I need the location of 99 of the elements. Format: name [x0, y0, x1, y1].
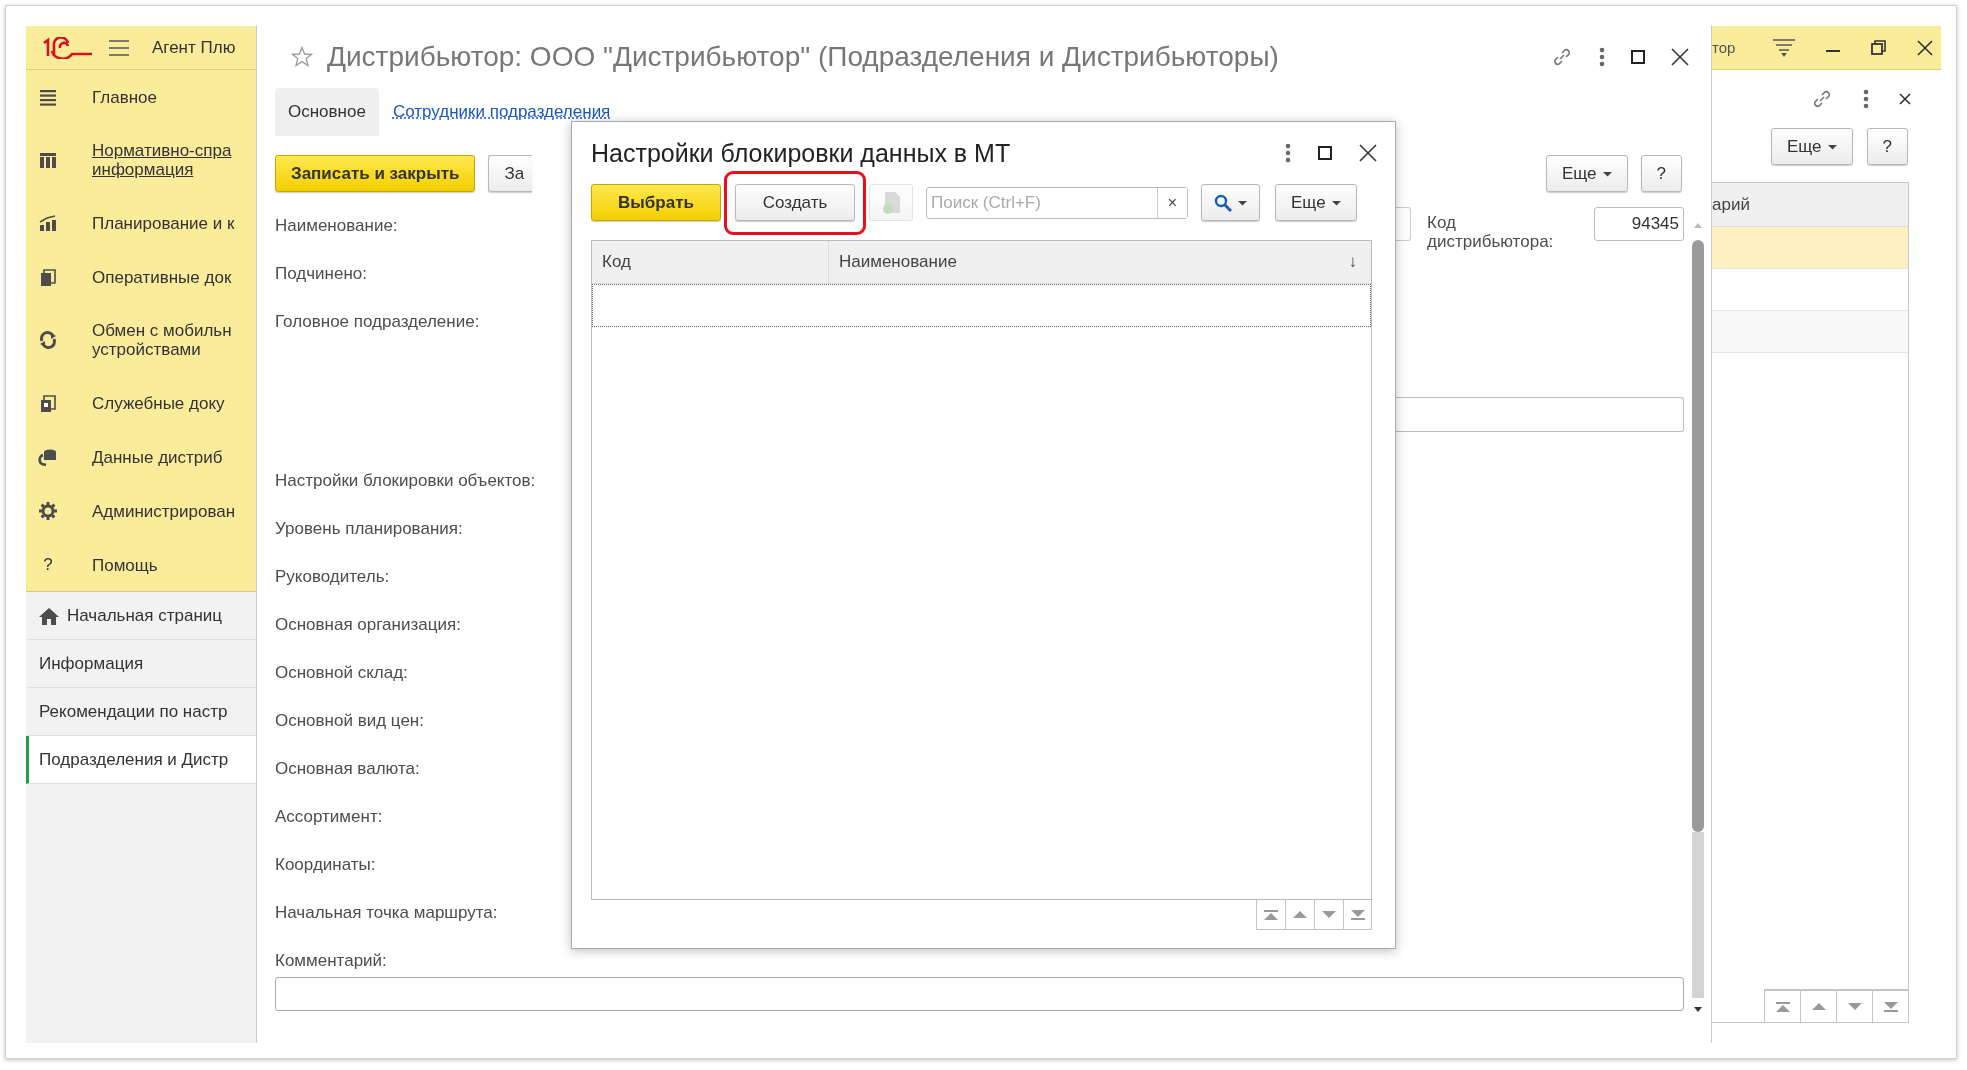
star-icon[interactable]	[291, 46, 313, 68]
up-triangle-icon	[1293, 911, 1307, 918]
field-label: Основная организация:	[275, 614, 461, 636]
up-triangle-icon	[1811, 1003, 1826, 1010]
more-icon[interactable]	[1863, 89, 1869, 109]
maximize-icon[interactable]	[1318, 146, 1332, 160]
help-button[interactable]: ?	[1640, 155, 1682, 192]
caret-icon	[1602, 170, 1612, 177]
field-label: Основная валюта:	[275, 758, 420, 780]
close-icon[interactable]	[1359, 144, 1377, 162]
down-triangle-icon	[1847, 1003, 1862, 1010]
field-label: Руководитель:	[275, 566, 390, 588]
search-button[interactable]	[1201, 184, 1260, 221]
open-window-item[interactable]: Подразделения и Дистр	[26, 736, 256, 784]
close-icon[interactable]	[1899, 93, 1911, 105]
tab[interactable]: Сотрудники подразделения	[392, 88, 611, 136]
field-label: Наименование:	[275, 215, 398, 237]
section-link[interactable]: Администрирован	[92, 501, 236, 521]
help-button[interactable]: ?	[1866, 128, 1908, 165]
more-icon[interactable]	[1285, 143, 1291, 163]
close-icon[interactable]	[1671, 48, 1689, 66]
section-link[interactable]: Оперативные док	[92, 267, 232, 287]
clear-button[interactable]: ×	[1157, 187, 1187, 218]
link-icon[interactable]	[1551, 46, 1573, 68]
link-icon[interactable]	[1811, 88, 1833, 110]
last-row-button[interactable]	[1343, 900, 1372, 930]
caret-icon	[1238, 199, 1247, 206]
bottom-arrow-icon	[1350, 909, 1365, 920]
field-label: Ассортимент:	[275, 806, 383, 828]
home-icon	[39, 606, 59, 625]
first-row-button[interactable]	[1256, 900, 1285, 930]
section-link[interactable]: Планирование и к	[92, 213, 235, 233]
column-header[interactable]: Наименование ↓	[829, 241, 1371, 283]
refresh-icon	[38, 330, 58, 350]
search-icon	[1214, 193, 1232, 212]
filter-icon[interactable]	[1773, 37, 1796, 58]
window-title: тор	[1712, 39, 1736, 56]
help-icon: ?	[38, 555, 58, 575]
maximize-icon[interactable]	[1631, 50, 1645, 64]
restore-icon[interactable]	[1871, 39, 1888, 56]
toolbar-button[interactable]: За	[488, 155, 533, 192]
save-close-button[interactable]: Записать и закрыть	[275, 155, 476, 192]
field-label: Комментарий:	[275, 951, 387, 972]
next-row-button[interactable]	[1314, 900, 1343, 930]
database-icon	[38, 447, 58, 467]
code-field[interactable]: 94345	[1594, 207, 1684, 241]
close-icon[interactable]	[1917, 39, 1933, 56]
last-row-button[interactable]	[1872, 990, 1908, 1022]
comment-field[interactable]	[275, 977, 1684, 1011]
columns-icon	[38, 150, 58, 170]
search-field[interactable]: Поиск (Ctrl+F) ×	[926, 186, 1188, 219]
field-label: Код дистрибьютора:	[1427, 213, 1554, 251]
documents-icon	[38, 267, 58, 287]
section-link[interactable]: Обмен с мобильн устройствами	[92, 321, 232, 359]
section-link[interactable]: Служебные доку	[92, 393, 225, 413]
create-button[interactable]: Создать	[735, 184, 855, 221]
field-label: Начальная точка маршрута:	[275, 902, 498, 924]
bar-chart-icon	[38, 213, 58, 233]
more-button[interactable]: Еще	[1770, 128, 1853, 165]
previous-row-button[interactable]	[1285, 900, 1314, 930]
logo-icon	[42, 36, 94, 59]
sort-indicator: ↓	[1348, 252, 1357, 272]
field-label: Основной вид цен:	[275, 710, 424, 732]
dialog-title: Настройки блокировки данных в МТ	[591, 138, 1011, 168]
more-icon[interactable]	[1599, 47, 1605, 67]
more-button[interactable]: Еще	[1275, 184, 1357, 221]
section-link[interactable]: Нормативно-спра информация	[92, 141, 232, 179]
section-link[interactable]: Помощь	[92, 555, 158, 575]
top-arrow-icon	[1264, 909, 1278, 920]
field-label: Головное подразделение:	[275, 311, 480, 333]
table-row[interactable]	[592, 284, 1371, 327]
section-link[interactable]: Данные дистриб	[92, 447, 223, 467]
field-label: Основной склад:	[275, 662, 408, 684]
column-header[interactable]: арий	[1712, 183, 1908, 227]
menu-icon[interactable]	[108, 38, 130, 57]
field-label: Подчинено:	[275, 263, 367, 285]
app-title: Агент Плю	[152, 37, 236, 58]
input-field[interactable]	[1394, 397, 1684, 432]
column-header[interactable]: Код	[592, 241, 829, 283]
documents-icon	[38, 393, 58, 413]
next-row-button[interactable]	[1836, 990, 1872, 1022]
tab[interactable]: Основное	[275, 88, 379, 136]
caret-icon	[1827, 143, 1837, 150]
field-label: Координаты:	[275, 854, 376, 876]
document-add-icon	[880, 190, 902, 215]
top-arrow-icon	[1775, 1001, 1790, 1012]
select-button[interactable]: Выбрать	[591, 184, 721, 221]
bottom-arrow-icon	[1883, 1001, 1898, 1012]
gear-icon	[38, 501, 58, 521]
first-row-button[interactable]	[1764, 990, 1800, 1022]
window-title: Дистрибьютор: ООО "Дистрибьютор" (Подразделения и Дистрибьюторы)	[327, 41, 1279, 73]
down-triangle-icon	[1322, 911, 1336, 918]
previous-row-button[interactable]	[1800, 990, 1836, 1022]
list-icon	[38, 87, 58, 107]
more-button[interactable]: Еще	[1545, 155, 1628, 192]
field-label: Уровень планирования:	[275, 518, 463, 540]
caret-icon	[1331, 199, 1341, 206]
section-link[interactable]: Главное	[92, 87, 157, 107]
field-label: Настройки блокировки объектов:	[275, 470, 536, 492]
